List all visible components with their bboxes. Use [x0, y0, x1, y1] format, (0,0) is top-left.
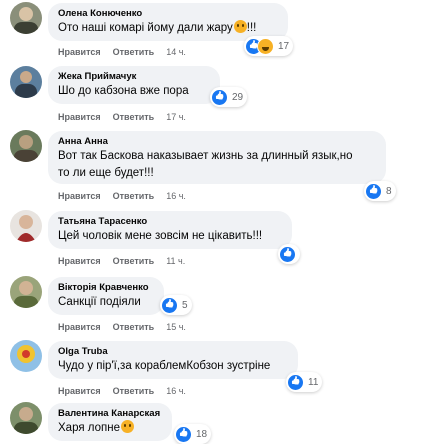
like-reaction-icon: [175, 425, 192, 443]
avatar[interactable]: [10, 276, 42, 308]
comment-bubble: Вікторія Кравченко Санкції подіяли: [48, 277, 164, 315]
reply-link[interactable]: Ответить: [113, 47, 155, 57]
comment-timestamp[interactable]: 17 ч.: [166, 112, 186, 122]
like-reaction-icon: [365, 182, 382, 200]
like-link[interactable]: Нравится: [58, 386, 101, 396]
reaction-summary[interactable]: 5: [160, 295, 192, 315]
comment-text: Ото наші комарі йому дали жару!!!: [58, 20, 257, 34]
reply-link[interactable]: Ответить: [113, 322, 155, 332]
avatar[interactable]: [10, 402, 42, 434]
reaction-count: 18: [196, 428, 208, 440]
comment-author[interactable]: Вікторія Кравченко: [58, 282, 154, 294]
like-link[interactable]: Нравится: [58, 47, 101, 57]
comment-actions: Нравится Ответить 17 ч.: [58, 112, 186, 122]
avatar[interactable]: [10, 210, 42, 242]
reaction-count: 8: [386, 185, 392, 197]
reaction-count: 11: [308, 376, 319, 388]
comment-author[interactable]: Жека Приймачук: [58, 71, 210, 83]
comment-author[interactable]: Олена Конюченко: [58, 8, 278, 20]
reaction-summary[interactable]: 18: [174, 424, 212, 444]
comment-author[interactable]: Валентина Канарская: [58, 408, 162, 420]
reaction-count: 29: [232, 91, 244, 103]
comment-author[interactable]: Olga Truba: [58, 346, 288, 358]
reaction-summary[interactable]: 11: [286, 372, 323, 392]
comment-author[interactable]: Анна Анна: [58, 136, 376, 148]
comment-bubble: Татьяна Тарасенко Цей чоловік мене зовсі…: [48, 211, 292, 249]
reply-link[interactable]: Ответить: [113, 386, 155, 396]
haha-reaction-icon: [257, 37, 274, 55]
reaction-summary[interactable]: 29: [210, 87, 248, 107]
comment-actions: Нравится Ответить 15 ч.: [58, 322, 186, 332]
like-reaction-icon: [161, 296, 178, 314]
reaction-count: 17: [278, 40, 290, 52]
comment-text: Цей чоловік мене зовсім не цікавить!!!: [58, 230, 263, 242]
laughing-emoji-icon: [120, 420, 134, 433]
comment-author[interactable]: Татьяна Тарасенко: [58, 216, 282, 228]
avatar[interactable]: [10, 66, 42, 98]
comment-actions: Нравится Ответить 14 ч.: [58, 47, 186, 57]
comment-timestamp[interactable]: 16 ч.: [166, 386, 186, 396]
comment-actions: Нравится Ответить 11 ч.: [58, 256, 185, 266]
reply-link[interactable]: Ответить: [113, 256, 155, 266]
reply-link[interactable]: Ответить: [113, 112, 155, 122]
comment-text: Вот так Баскова наказывает жизнь за длин…: [58, 150, 353, 162]
reply-link[interactable]: Ответить: [113, 191, 155, 201]
comment-text: Шо до кабзона вже пора: [58, 85, 189, 97]
like-link[interactable]: Нравится: [58, 112, 101, 122]
comment-timestamp[interactable]: 11 ч.: [166, 256, 185, 266]
comment-actions: Нравится Ответить 16 ч.: [58, 191, 186, 201]
comment-text: Харя лопне: [58, 420, 162, 437]
reaction-summary[interactable]: 8: [364, 181, 396, 201]
like-link[interactable]: Нравится: [58, 191, 101, 201]
comment-text: Санкції подіяли: [58, 296, 141, 308]
reaction-summary[interactable]: [278, 244, 300, 264]
avatar[interactable]: [10, 340, 42, 372]
comment-text: Чудо у пір'ї,за кораблемКобзон зустріне: [58, 360, 271, 372]
comment-bubble: Olga Truba Чудо у пір'ї,за кораблемКобзо…: [48, 341, 298, 379]
comment-text: то ли еще будет!!!: [58, 167, 154, 179]
reaction-summary[interactable]: 17: [244, 36, 294, 56]
avatar[interactable]: [10, 130, 42, 162]
avatar[interactable]: [10, 2, 42, 34]
comment-bubble: Валентина Канарская Харя лопне: [48, 403, 172, 441]
like-link[interactable]: Нравится: [58, 256, 101, 266]
like-reaction-icon: [279, 245, 296, 263]
comment-timestamp[interactable]: 15 ч.: [166, 322, 186, 332]
comment-bubble: Анна Анна Вот так Баскова наказывает жиз…: [48, 131, 386, 184]
like-reaction-icon: [287, 373, 304, 391]
comment-timestamp[interactable]: 16 ч.: [166, 191, 186, 201]
comment-timestamp[interactable]: 14 ч.: [166, 47, 186, 57]
reaction-count: 5: [182, 299, 188, 311]
like-link[interactable]: Нравится: [58, 322, 101, 332]
like-reaction-icon: [211, 88, 228, 106]
comment-actions: Нравится Ответить 16 ч.: [58, 386, 186, 396]
comment-bubble: Жека Приймачук Шо до кабзона вже пора: [48, 66, 220, 104]
laughing-emoji-icon: [233, 20, 247, 33]
